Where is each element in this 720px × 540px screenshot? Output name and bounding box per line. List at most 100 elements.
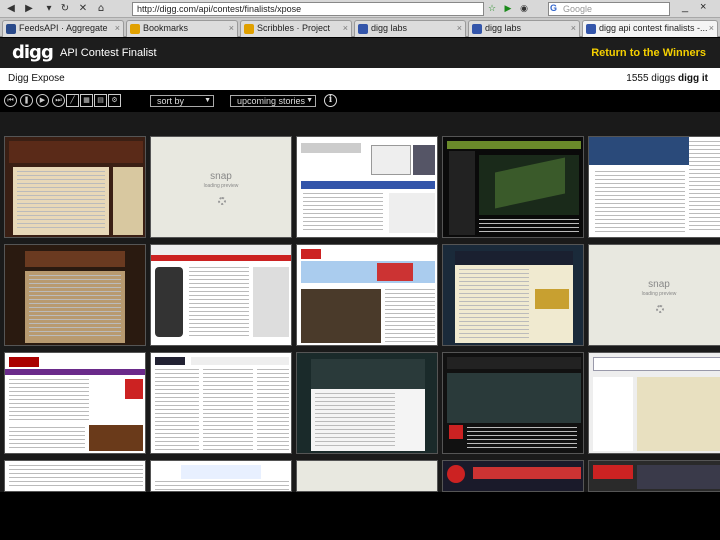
thumb-badge	[449, 425, 463, 439]
home-icon[interactable]: ⌂	[94, 2, 108, 16]
thumb-photo	[413, 145, 435, 175]
stories-select-label: upcoming stories	[237, 96, 306, 106]
digg-count-value: 1555 diggs	[626, 73, 676, 84]
story-title[interactable]: Digg Expose	[8, 73, 65, 84]
thumb-banner	[447, 357, 581, 369]
close-icon[interactable]: ×	[343, 21, 348, 36]
thumb-banner	[301, 261, 435, 283]
tab-label: digg labs	[485, 23, 522, 33]
tab-label: digg labs	[371, 23, 408, 33]
info-icon[interactable]: i	[324, 94, 337, 107]
bookmark-star-icon[interactable]: ☆	[486, 2, 498, 16]
thumb-text-lines	[9, 465, 143, 489]
thumbnail[interactable]	[4, 244, 146, 346]
thumb-nav	[447, 141, 581, 149]
thumb-logo	[301, 249, 321, 259]
chevron-down-icon: ▼	[306, 97, 313, 104]
thumbnail-loading[interactable]: snap loading preview	[150, 136, 292, 238]
back-icon[interactable]: ◀	[4, 2, 18, 16]
play-icon[interactable]: ▶	[36, 94, 49, 107]
settings-icon[interactable]: ⚙	[108, 94, 121, 107]
tab-1[interactable]: Bookmarks ×	[126, 20, 238, 37]
tab-favicon-icon	[244, 24, 254, 34]
digg-logo[interactable]: digg	[12, 42, 54, 63]
close-button[interactable]: ×	[700, 1, 706, 13]
thumbnail[interactable]	[150, 460, 292, 492]
thumb-map	[637, 377, 720, 451]
playback-controls: ⏮ ❚ ▶ ⏭ ╱ ▦ ▤ ⚙ sort by ▼ upcoming stori…	[0, 90, 720, 112]
page-title: API Contest Finalist	[60, 47, 157, 59]
tab-5[interactable]: digg api contest finalists -... ×	[582, 20, 718, 37]
thumbnail[interactable]	[4, 352, 146, 454]
thumb-text-lines	[315, 393, 395, 447]
thumbnail[interactable]	[442, 352, 584, 454]
pause-icon[interactable]: ❚	[20, 94, 33, 107]
thumb-sidebar	[449, 151, 475, 235]
thumb-text-lines	[203, 369, 253, 451]
thumbnail[interactable]	[296, 352, 438, 454]
thumb-text-lines	[385, 289, 435, 343]
thumbnail[interactable]	[296, 244, 438, 346]
tab-label: digg api contest finalists -...	[599, 23, 708, 33]
thumb-nav	[301, 181, 435, 189]
sort-select[interactable]: sort by ▼	[150, 95, 214, 107]
thumb-text-lines	[155, 481, 289, 491]
loading-spinner-icon	[218, 197, 226, 205]
forward-icon[interactable]: ▶	[22, 2, 36, 16]
dropdown-icon[interactable]: ▾	[42, 2, 56, 16]
thumbnail[interactable]	[588, 460, 720, 492]
tab-favicon-icon	[472, 24, 482, 34]
thumb-header	[301, 143, 361, 153]
grid-icon[interactable]: ▦	[80, 94, 93, 107]
thumbnail[interactable]	[296, 136, 438, 238]
thumbnail[interactable]	[442, 136, 584, 238]
search-input[interactable]: Google	[548, 2, 670, 16]
page-footer	[0, 492, 720, 540]
stop-icon[interactable]: ✕	[76, 2, 90, 16]
thumbnail[interactable]	[588, 136, 720, 238]
thumbnail[interactable]	[150, 352, 292, 454]
url-input[interactable]: http://digg.com/api/contest/finalists/xp…	[132, 2, 484, 16]
close-icon[interactable]: ×	[229, 21, 234, 36]
close-icon[interactable]: ×	[571, 21, 576, 36]
tab-favicon-icon	[6, 24, 16, 34]
close-icon[interactable]: ×	[457, 21, 462, 36]
thumb-text-lines	[595, 171, 685, 233]
thumbnail[interactable]	[442, 244, 584, 346]
thumbnail[interactable]	[442, 460, 584, 492]
go-icon[interactable]: ▶	[502, 2, 514, 16]
thumbnail[interactable]	[588, 352, 720, 454]
minimize-button[interactable]: _	[682, 1, 688, 13]
thumbnail[interactable]	[4, 460, 146, 492]
return-to-winners-link[interactable]: Return to the Winners	[591, 47, 706, 59]
close-icon[interactable]: ×	[115, 21, 120, 36]
loading-spinner-icon	[656, 305, 664, 313]
feed-icon[interactable]: ◉	[518, 2, 530, 16]
first-icon[interactable]: ⏮	[4, 94, 17, 107]
tab-4[interactable]: digg labs ×	[468, 20, 580, 37]
chevron-down-icon: ▼	[204, 97, 211, 104]
tab-favicon-icon	[130, 24, 140, 34]
list-icon[interactable]: ▤	[94, 94, 107, 107]
thumbnail[interactable]	[4, 136, 146, 238]
close-icon[interactable]: ×	[709, 21, 714, 36]
next-icon[interactable]: ⏭	[52, 94, 65, 107]
tab-2[interactable]: Scribbles · Project ×	[240, 20, 352, 37]
tab-3[interactable]: digg labs ×	[354, 20, 466, 37]
reload-icon[interactable]: ↻	[58, 2, 72, 16]
thumb-text-lines	[303, 193, 383, 233]
thumb-text-lines	[9, 427, 85, 451]
thumbnail-loading[interactable]: snap loading preview	[588, 244, 720, 346]
thumb-sidebar	[113, 167, 143, 235]
thumbnail[interactable]	[296, 460, 438, 492]
tab-favicon-icon	[358, 24, 368, 34]
thumb-photo	[535, 289, 569, 309]
thumb-text-lines	[459, 269, 529, 339]
thumbnail[interactable]	[150, 244, 292, 346]
stories-select[interactable]: upcoming stories ▼	[230, 95, 316, 107]
digg-it-button[interactable]: digg it	[678, 73, 708, 84]
snap-logo: snap	[648, 279, 670, 290]
diagonal-icon[interactable]: ╱	[66, 94, 79, 107]
tab-0[interactable]: FeedsAPI · Aggregate ×	[2, 20, 124, 37]
thumb-video	[301, 289, 381, 343]
